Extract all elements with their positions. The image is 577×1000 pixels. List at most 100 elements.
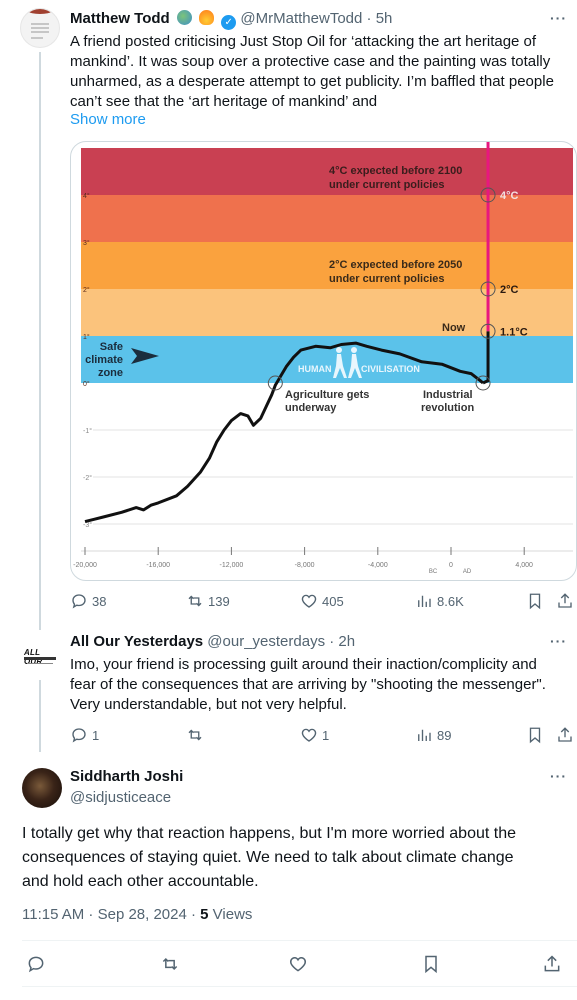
safe-zone-label-3: zone xyxy=(98,367,123,379)
y-tick-label: -1° xyxy=(83,427,92,435)
more-options-button[interactable]: ··· xyxy=(550,633,567,649)
repost-icon xyxy=(162,957,178,971)
tweet-text-line: mankind’. It was soup over a protective … xyxy=(70,53,551,70)
reply-button[interactable]: 1 xyxy=(70,726,99,744)
author-name[interactable]: All Our Yesterdays xyxy=(70,633,203,650)
like-button[interactable] xyxy=(288,954,308,974)
reply-icon xyxy=(72,594,86,609)
post-time[interactable]: 2h xyxy=(338,633,355,650)
heart-icon xyxy=(301,728,317,742)
share-button[interactable] xyxy=(556,592,574,610)
chart-image[interactable]: 4° 3° 2° 1° 0° -1° -2° -3° -20,000 -16,000 -12,00… xyxy=(70,141,577,581)
y-tick-label: 4° xyxy=(83,192,90,200)
temperature-band xyxy=(81,336,573,383)
bookmark-icon xyxy=(529,593,541,610)
thread-line xyxy=(39,52,41,630)
repost-icon xyxy=(188,595,202,607)
like-button[interactable]: 405 xyxy=(300,592,344,610)
tweet-text-line: can’t see that the ‘art heritage of mank… xyxy=(70,93,378,110)
globe-emoji-icon xyxy=(176,10,192,25)
x-tick-label: 0 xyxy=(449,562,453,569)
x-tick-label: -4,000 xyxy=(368,562,388,569)
author-name[interactable]: Siddharth Joshi xyxy=(70,768,183,785)
tweet-actions: 1 1 89 xyxy=(70,726,577,746)
tweet-text-line: unharmed, as a desperate attempt to get … xyxy=(70,73,554,90)
repost-button[interactable] xyxy=(160,954,180,974)
avatar-line xyxy=(31,27,49,29)
y-tick-label: 2° xyxy=(83,286,90,294)
author-handle[interactable]: @our_yesterdays xyxy=(207,633,325,650)
views-label: Views xyxy=(208,906,253,923)
avatar-line xyxy=(31,23,49,25)
show-more-link[interactable]: Show more xyxy=(70,111,146,128)
annotation-now: Now xyxy=(442,322,466,334)
annotation-4c-line1: 4°C expected before 2100 xyxy=(329,165,462,177)
x-tick-label: -16,000 xyxy=(146,562,170,569)
tweet-text-line: fear of the consequences that are arrivi… xyxy=(70,676,546,693)
avatar-all-our-yesterdays[interactable]: ALL OUR xyxy=(20,636,60,676)
civilisation-label: CIVILISATION xyxy=(361,364,420,374)
analytics-icon xyxy=(418,729,431,741)
annotation-2c-line1: 2°C expected before 2050 xyxy=(329,259,462,271)
reply-icon xyxy=(72,728,86,743)
share-button[interactable] xyxy=(542,954,562,974)
annotation-4c-line2: under current policies xyxy=(329,179,445,191)
marker-label-industrial-1: Industrial xyxy=(423,389,473,401)
author-handle[interactable]: @MrMatthewTodd xyxy=(240,10,362,27)
separator-dot: · xyxy=(366,10,372,27)
tweet-text-line: Imo, your friend is processing guilt aro… xyxy=(70,656,537,673)
tweet-header: Matthew Todd ✓ @MrMatthewTodd · 5h xyxy=(70,10,392,30)
views-button[interactable]: 89 xyxy=(415,726,451,744)
like-count: 1 xyxy=(322,727,330,743)
reply-button[interactable] xyxy=(26,954,46,974)
post-datetime[interactable]: 11:15 AM · Sep 28, 2024 · xyxy=(22,906,200,923)
share-icon xyxy=(544,955,560,972)
avatar-logo-bar xyxy=(24,657,56,660)
temperature-band xyxy=(81,148,573,195)
post-time[interactable]: 5h xyxy=(376,10,393,27)
focused-author-handle: @sidjusticeace xyxy=(70,789,171,806)
y-tick-label: 0° xyxy=(83,380,90,388)
bookmark-button[interactable] xyxy=(421,954,441,974)
safe-zone-label-1: Safe xyxy=(100,341,123,353)
share-icon xyxy=(558,593,572,608)
bookmark-button[interactable] xyxy=(526,592,544,610)
heart-icon xyxy=(289,956,307,972)
marker-value-label: 1.1°C xyxy=(500,326,528,338)
reply-button[interactable]: 38 xyxy=(70,592,106,610)
y-tick-label: 3° xyxy=(83,239,90,247)
views-count: 89 xyxy=(437,727,452,743)
more-options-button[interactable]: ··· xyxy=(550,768,567,784)
focused-author-name: Siddharth Joshi xyxy=(70,768,183,785)
heart-icon xyxy=(301,594,317,608)
bookmark-button[interactable] xyxy=(526,726,544,744)
human-label: HUMAN xyxy=(298,364,332,374)
tweet-text: A friend posted criticising Just Stop Oi… xyxy=(70,32,554,112)
fire-emoji-icon xyxy=(199,10,215,25)
repost-button[interactable]: 139 xyxy=(186,592,230,610)
share-button[interactable] xyxy=(556,726,574,744)
era-label-bc: BC xyxy=(429,569,438,575)
tweet-header: All Our Yesterdays @our_yesterdays · 2h xyxy=(70,633,355,650)
era-label-ad: AD xyxy=(463,569,472,575)
tweet-text-line: I totally get why that reaction happens,… xyxy=(22,825,516,842)
author-name[interactable]: Matthew Todd xyxy=(70,10,170,27)
more-options-button[interactable]: ··· xyxy=(550,10,567,26)
marker-label-agriculture-1: Agriculture gets xyxy=(285,389,369,401)
avatar-logo-line xyxy=(27,663,53,664)
x-tick-label: -8,000 xyxy=(295,562,315,569)
avatar-siddharth-joshi[interactable] xyxy=(22,768,62,808)
avatar-matthew-todd[interactable] xyxy=(20,8,60,48)
views-button[interactable]: 8.6K xyxy=(415,592,464,610)
y-tick-label: 1° xyxy=(83,333,90,341)
like-button[interactable]: 1 xyxy=(300,726,329,744)
repost-button[interactable] xyxy=(186,726,208,744)
separator-dot: · xyxy=(329,633,335,650)
tweet-text-line: A friend posted criticising Just Stop Oi… xyxy=(70,33,537,50)
marker-value-label: 4°C xyxy=(500,190,519,202)
tweet-text: Imo, your friend is processing guilt aro… xyxy=(70,655,546,715)
x-tick-label: -20,000 xyxy=(73,562,97,569)
annotation-2c-line2: under current policies xyxy=(329,273,445,285)
reply-icon xyxy=(28,956,44,973)
author-handle[interactable]: @sidjusticeace xyxy=(70,789,171,806)
